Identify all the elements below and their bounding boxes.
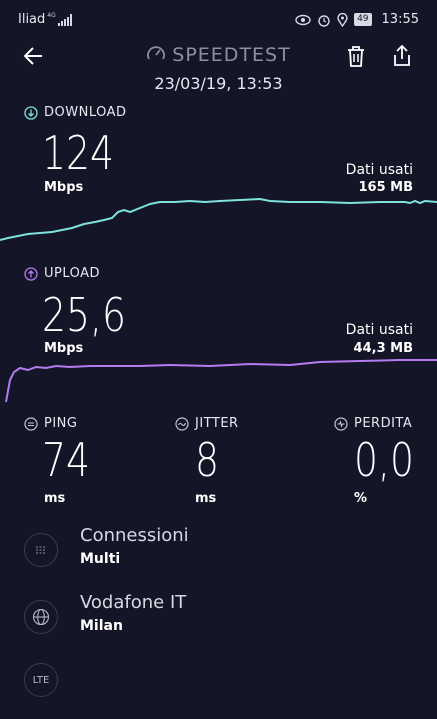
- download-icon: [24, 105, 38, 120]
- speedometer-icon: [147, 46, 166, 60]
- status-bar: Iliad 4G 49 13:55: [0, 0, 437, 40]
- signal-icon: [57, 14, 72, 26]
- ping-label: PING: [44, 416, 78, 431]
- upload-data-used-label: Dati usati: [345, 322, 413, 338]
- packet-loss-label: PERDITA: [354, 416, 413, 431]
- lte-icon: LTE: [24, 663, 58, 697]
- download-label-text: DOWNLOAD: [44, 105, 127, 120]
- provider-title: Vodafone IT: [80, 592, 187, 613]
- ping-unit: ms: [44, 491, 66, 506]
- carrier-label: Iliad: [18, 12, 46, 27]
- alarm-icon: [318, 14, 330, 27]
- jitter-icon: [175, 416, 189, 431]
- ping-icon: [24, 416, 38, 431]
- ping-value: 74: [42, 433, 91, 487]
- title-text: SPEEDTEST: [172, 44, 291, 66]
- packet-loss-unit: %: [354, 491, 368, 506]
- packet-loss-value: 0,0: [354, 433, 414, 487]
- ping-metric: PING 74 ms: [24, 416, 101, 506]
- connections-icon: [24, 533, 58, 567]
- clock: 13:55: [381, 12, 419, 27]
- upload-value: 25,6: [42, 288, 126, 342]
- eye-icon: [295, 14, 311, 25]
- connections-title: Connessioni: [80, 525, 189, 546]
- packet-loss-icon: [334, 416, 348, 431]
- jitter-value: 8: [195, 433, 220, 487]
- globe-icon: [24, 600, 58, 634]
- server-location: Milan: [80, 618, 123, 634]
- jitter-label: JITTER: [195, 416, 239, 431]
- upload-label: UPLOAD: [24, 266, 100, 281]
- connections-row: Connessioni Multi: [24, 525, 414, 573]
- test-datetime: 23/03/19, 13:53: [154, 74, 283, 93]
- trash-icon[interactable]: [343, 42, 369, 70]
- network-type-row: LTE: [24, 663, 414, 703]
- packet-loss-metric: PERDITA 0,0 %: [334, 416, 427, 506]
- share-icon[interactable]: [389, 42, 415, 70]
- upload-label-text: UPLOAD: [44, 266, 101, 281]
- download-value: 124: [42, 126, 115, 180]
- download-label: DOWNLOAD: [24, 105, 127, 120]
- jitter-metric: JITTER 8 ms: [175, 416, 239, 506]
- upload-icon: [24, 266, 38, 281]
- connections-value: Multi: [80, 551, 121, 567]
- download-data-used-label: Dati usati: [345, 162, 413, 178]
- provider-row: Vodafone IT Milan: [24, 592, 414, 640]
- jitter-unit: ms: [195, 491, 217, 506]
- network-type-label: 4G: [47, 12, 56, 19]
- battery-icon: 49: [354, 13, 372, 26]
- header: SPEEDTEST 23/03/19, 13:53: [0, 38, 437, 98]
- page-title: SPEEDTEST: [0, 44, 437, 66]
- location-icon: [337, 12, 348, 27]
- upload-graph: [5, 359, 437, 403]
- download-graph: [0, 197, 437, 241]
